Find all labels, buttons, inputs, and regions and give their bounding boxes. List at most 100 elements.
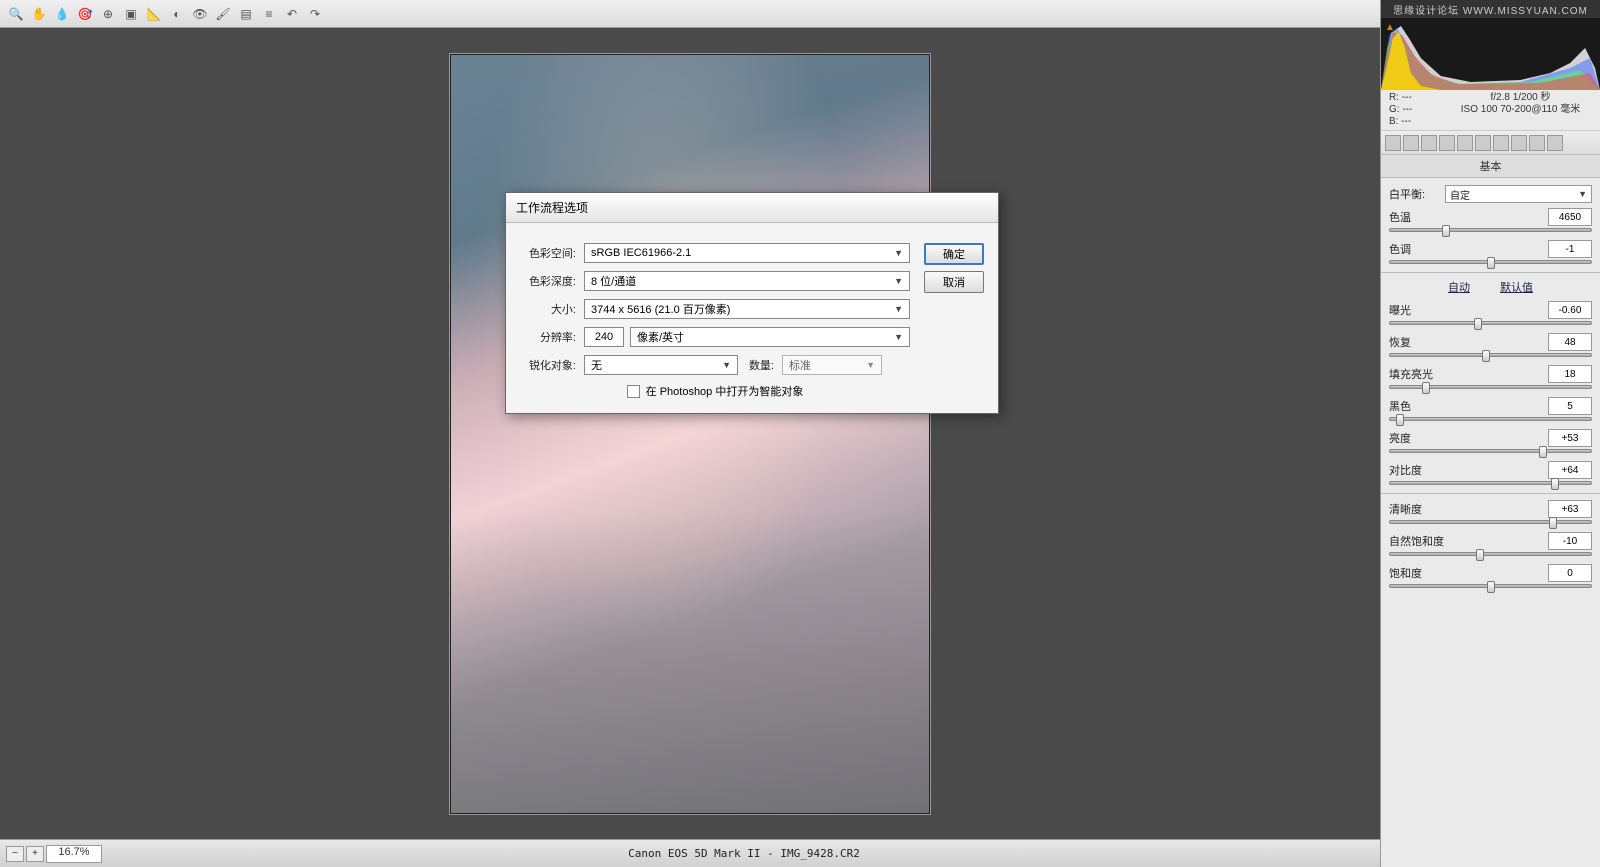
rgb-b: B: ---	[1389, 116, 1449, 128]
res-label: 分辨率:	[520, 329, 584, 345]
target-adjust-icon[interactable]: ⊕	[98, 4, 118, 24]
zoom-tool-icon[interactable]: 🔍	[6, 4, 26, 24]
size-select[interactable]: 3744 x 5616 (21.0 百万像素)▼	[584, 299, 910, 319]
zoom-in-button[interactable]: +	[26, 846, 44, 862]
watermark-bar: 思缘设计论坛 WWW.MISSYUAN.COM	[1381, 0, 1600, 18]
wb-select[interactable]: 自定▼	[1445, 185, 1592, 203]
slider-label: 清晰度	[1389, 501, 1422, 517]
slider-填充亮光[interactable]	[1389, 385, 1592, 389]
exif-aperture-shutter: f/2.8 1/200 秒	[1449, 92, 1592, 104]
tab-basic-icon[interactable]	[1385, 135, 1401, 151]
straighten-tool-icon[interactable]: 📐	[144, 4, 164, 24]
color-sampler-icon[interactable]: 🎯	[75, 4, 95, 24]
ok-button[interactable]: 确定	[924, 243, 984, 265]
slider-曝光[interactable]	[1389, 321, 1592, 325]
top-toolbar: 🔍 ✋ 💧 🎯 ⊕ ▣ 📐 ◐ 👁 🖌 ▤ ≡ ↶ ↷ ✓ 预览 ⛶	[0, 0, 1600, 28]
tab-snapshots-icon[interactable]	[1547, 135, 1563, 151]
color-space-select[interactable]: sRGB IEC61966-2.1▼	[584, 243, 910, 263]
grad-filter-icon[interactable]: ▤	[236, 4, 256, 24]
prefs-icon[interactable]: ≡	[259, 4, 279, 24]
res-unit-select[interactable]: 像素/英寸▼	[630, 327, 910, 347]
slider-label: 饱和度	[1389, 565, 1422, 581]
tab-fx-icon[interactable]	[1493, 135, 1509, 151]
auto-link[interactable]: 自动	[1448, 279, 1470, 295]
basic-controls: 白平衡: 自定▼ 色温 色调 自动 默认值 曝光	[1381, 178, 1600, 602]
bottom-bar: − + 16.7% Canon EOS 5D Mark II - IMG_942…	[0, 839, 1380, 867]
sharpen-label: 锐化对象:	[520, 357, 584, 373]
file-info-link[interactable]: Canon EOS 5D Mark II - IMG_9428.CR2	[108, 847, 1380, 860]
exif-iso-lens: ISO 100 70-200@110 毫米	[1449, 104, 1592, 116]
temp-label: 色温	[1389, 209, 1411, 225]
clip-warning-shadows-icon[interactable]: ▲	[1383, 20, 1397, 34]
zoom-out-button[interactable]: −	[6, 846, 24, 862]
tint-slider[interactable]	[1389, 260, 1592, 264]
cancel-button[interactable]: 取消	[924, 271, 984, 293]
slider-label: 黑色	[1389, 398, 1411, 414]
right-panel: 思缘设计论坛 WWW.MISSYUAN.COM ▲ R: --- G: --- …	[1380, 0, 1600, 867]
tab-calib-icon[interactable]	[1511, 135, 1527, 151]
wb-label: 白平衡:	[1389, 186, 1445, 202]
smart-object-label: 在 Photoshop 中打开为智能对象	[646, 383, 804, 399]
slider-对比度[interactable]	[1389, 481, 1592, 485]
slider-input-恢复[interactable]	[1548, 333, 1592, 351]
zoom-controls: − + 16.7%	[0, 845, 108, 863]
tab-presets-icon[interactable]	[1529, 135, 1545, 151]
slider-饱和度[interactable]	[1389, 584, 1592, 588]
slider-label: 对比度	[1389, 462, 1422, 478]
adjust-brush-icon[interactable]: 🖌	[213, 4, 233, 24]
slider-黑色[interactable]	[1389, 417, 1592, 421]
zoom-level-input[interactable]: 16.7%	[46, 845, 102, 863]
temp-input[interactable]	[1548, 208, 1592, 226]
histogram[interactable]: ▲	[1381, 18, 1600, 90]
slider-input-对比度[interactable]	[1548, 461, 1592, 479]
rgb-g: G: ---	[1389, 104, 1449, 116]
workflow-options-dialog: 工作流程选项 色彩空间: sRGB IEC61966-2.1▼ 色彩深度: 8 …	[505, 192, 999, 414]
amount-label: 数量:	[738, 357, 782, 373]
hand-tool-icon[interactable]: ✋	[29, 4, 49, 24]
spot-removal-icon[interactable]: ◐	[167, 4, 187, 24]
slider-label: 亮度	[1389, 430, 1411, 446]
slider-input-自然饱和度[interactable]	[1548, 532, 1592, 550]
exif-info: R: --- G: --- B: --- f/2.8 1/200 秒 ISO 1…	[1381, 90, 1600, 131]
slider-input-填充亮光[interactable]	[1548, 365, 1592, 383]
res-input[interactable]	[584, 327, 624, 347]
slider-label: 填充亮光	[1389, 366, 1433, 382]
temp-slider[interactable]	[1389, 228, 1592, 232]
sharpen-select[interactable]: 无▼	[584, 355, 738, 375]
rotate-ccw-icon[interactable]: ↶	[282, 4, 302, 24]
slider-input-清晰度[interactable]	[1548, 500, 1592, 518]
canvas-area	[0, 28, 1380, 839]
slider-input-黑色[interactable]	[1548, 397, 1592, 415]
tab-hsl-icon[interactable]	[1439, 135, 1455, 151]
slider-亮度[interactable]	[1389, 449, 1592, 453]
redeye-tool-icon[interactable]: 👁	[190, 4, 210, 24]
slider-清晰度[interactable]	[1389, 520, 1592, 524]
wb-tool-icon[interactable]: 💧	[52, 4, 72, 24]
rgb-r: R: ---	[1389, 92, 1449, 104]
slider-input-亮度[interactable]	[1548, 429, 1592, 447]
tint-input[interactable]	[1548, 240, 1592, 258]
preview-image[interactable]	[450, 54, 930, 814]
slider-input-曝光[interactable]	[1548, 301, 1592, 319]
slider-自然饱和度[interactable]	[1389, 552, 1592, 556]
tab-curve-icon[interactable]	[1403, 135, 1419, 151]
slider-label: 恢复	[1389, 334, 1411, 350]
tab-detail-icon[interactable]	[1421, 135, 1437, 151]
slider-input-饱和度[interactable]	[1548, 564, 1592, 582]
size-label: 大小:	[520, 301, 584, 317]
tab-lens-icon[interactable]	[1475, 135, 1491, 151]
crop-tool-icon[interactable]: ▣	[121, 4, 141, 24]
tab-split-icon[interactable]	[1457, 135, 1473, 151]
panel-tabs	[1381, 131, 1600, 155]
default-link[interactable]: 默认值	[1500, 279, 1533, 295]
amount-select: 标准▼	[782, 355, 882, 375]
depth-label: 色彩深度:	[520, 273, 584, 289]
slider-label: 曝光	[1389, 302, 1411, 318]
smart-object-checkbox[interactable]	[627, 385, 640, 398]
tool-icons-group: 🔍 ✋ 💧 🎯 ⊕ ▣ 📐 ◐ 👁 🖌 ▤ ≡ ↶ ↷	[6, 4, 325, 24]
rotate-cw-icon[interactable]: ↷	[305, 4, 325, 24]
slider-恢复[interactable]	[1389, 353, 1592, 357]
color-space-label: 色彩空间:	[520, 245, 584, 261]
tint-label: 色调	[1389, 241, 1411, 257]
depth-select[interactable]: 8 位/通道▼	[584, 271, 910, 291]
